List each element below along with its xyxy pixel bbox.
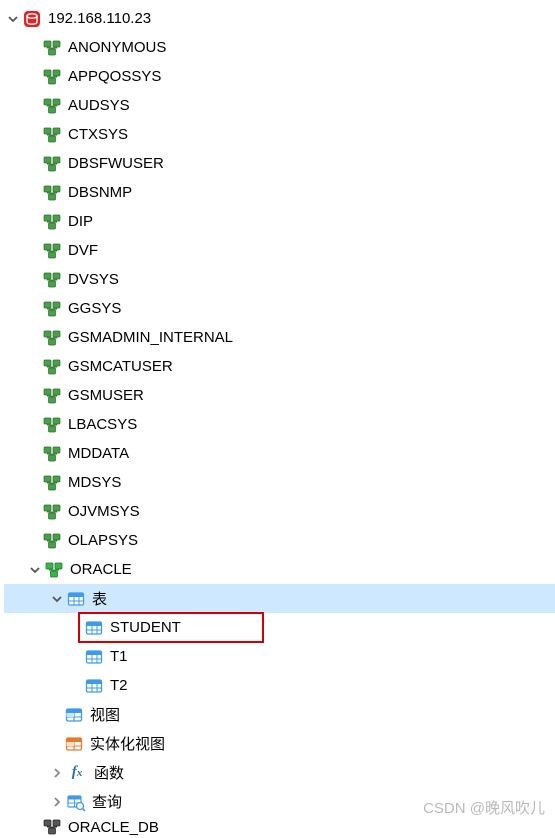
function-icon: fx: [66, 763, 88, 783]
table-row[interactable]: STUDENT: [4, 613, 555, 642]
schema-row[interactable]: OJVMSYS: [4, 497, 555, 526]
schema-row[interactable]: GSMUSER: [4, 381, 555, 410]
schema-label: ORACLE: [68, 561, 132, 578]
schema-row[interactable]: ORACLE_DB: [4, 816, 555, 838]
schema-label: DVF: [66, 242, 98, 259]
table-icon: [84, 647, 104, 667]
schema-row[interactable]: GSMADMIN_INTERNAL: [4, 323, 555, 352]
functions-folder-label: 函数: [92, 762, 124, 783]
table-icon: [84, 618, 104, 638]
schema-icon: [42, 444, 62, 464]
schema-icon: [42, 817, 62, 837]
schema-label: DBSNMP: [66, 184, 132, 201]
schema-icon: [42, 183, 62, 203]
schema-icon: [42, 386, 62, 406]
schema-label: OJVMSYS: [66, 503, 140, 520]
schema-label: OLAPSYS: [66, 532, 138, 549]
schema-row[interactable]: DBSFWUSER: [4, 149, 555, 178]
view-icon: [64, 705, 84, 725]
schema-icon: [42, 38, 62, 58]
schema-icon: [42, 154, 62, 174]
schema-label: MDDATA: [66, 445, 129, 462]
database-icon: [22, 9, 42, 29]
table-row[interactable]: T1: [4, 642, 555, 671]
tables-folder-row[interactable]: 表: [4, 584, 555, 613]
schema-list: ANONYMOUS APPQOSSYS AUDSYS CTXSYS DBSFWUSER D…: [4, 33, 555, 555]
schema-row[interactable]: DVSYS: [4, 265, 555, 294]
queries-folder-label: 查询: [90, 791, 122, 812]
schema-label: CTXSYS: [66, 126, 128, 143]
schema-icon: [42, 473, 62, 493]
schema-label: GSMADMIN_INTERNAL: [66, 329, 233, 346]
schema-row[interactable]: OLAPSYS: [4, 526, 555, 555]
schema-label: DBSFWUSER: [66, 155, 164, 172]
mviews-folder-label: 实体化视图: [88, 733, 165, 754]
tree-root-label: 192.168.110.23: [46, 10, 151, 27]
functions-folder-row[interactable]: fx 函数: [4, 758, 555, 787]
schema-label: DIP: [66, 213, 93, 230]
views-folder-label: 视图: [88, 704, 120, 725]
schema-icon: [42, 357, 62, 377]
schema-icon: [42, 328, 62, 348]
chevron-right-icon[interactable]: [48, 764, 66, 782]
table-folder-icon: [66, 589, 86, 609]
schema-row[interactable]: ANONYMOUS: [4, 33, 555, 62]
chevron-right-icon[interactable]: [48, 793, 66, 811]
schema-icon: [42, 96, 62, 116]
schema-icon: [42, 531, 62, 551]
chevron-down-icon[interactable]: [4, 10, 22, 28]
schema-icon: [44, 560, 64, 580]
chevron-down-icon[interactable]: [26, 561, 44, 579]
schema-icon: [42, 67, 62, 87]
schema-icon: [42, 415, 62, 435]
schema-row[interactable]: CTXSYS: [4, 120, 555, 149]
schema-row[interactable]: MDDATA: [4, 439, 555, 468]
schema-icon: [42, 299, 62, 319]
schema-icon: [42, 212, 62, 232]
schema-row[interactable]: APPQOSSYS: [4, 62, 555, 91]
watermark: CSDN @晚风吹儿: [423, 797, 545, 818]
materialized-view-icon: [64, 734, 84, 754]
object-tree: 192.168.110.23 ANONYMOUS APPQOSSYS AUDSYS C…: [0, 0, 555, 838]
schema-label: APPQOSSYS: [66, 68, 161, 85]
table-icon: [84, 676, 104, 696]
schema-label: AUDSYS: [66, 97, 130, 114]
schema-label: GSMUSER: [66, 387, 144, 404]
query-icon: [66, 792, 86, 812]
tree-root-row[interactable]: 192.168.110.23: [4, 4, 555, 33]
schema-label: GSMCATUSER: [66, 358, 173, 375]
table-row[interactable]: T2: [4, 671, 555, 700]
schema-icon: [42, 125, 62, 145]
tables-folder-label: 表: [90, 588, 107, 609]
schema-label: GGSYS: [66, 300, 121, 317]
views-folder-row[interactable]: 视图: [4, 700, 555, 729]
schema-row[interactable]: DIP: [4, 207, 555, 236]
schema-row[interactable]: GSMCATUSER: [4, 352, 555, 381]
schema-row[interactable]: LBACSYS: [4, 410, 555, 439]
schema-row[interactable]: MDSYS: [4, 468, 555, 497]
schema-row[interactable]: AUDSYS: [4, 91, 555, 120]
schema-icon: [42, 502, 62, 522]
schema-row[interactable]: DBSNMP: [4, 178, 555, 207]
mviews-folder-row[interactable]: 实体化视图: [4, 729, 555, 758]
schema-label: MDSYS: [66, 474, 121, 491]
schema-icon: [42, 270, 62, 290]
schema-row-oracle[interactable]: ORACLE: [4, 555, 555, 584]
schema-icon: [42, 241, 62, 261]
table-label: T2: [108, 677, 128, 694]
schema-row[interactable]: DVF: [4, 236, 555, 265]
chevron-down-icon[interactable]: [48, 590, 66, 608]
schema-row[interactable]: GGSYS: [4, 294, 555, 323]
table-label: T1: [108, 648, 128, 665]
schema-label: ANONYMOUS: [66, 39, 166, 56]
table-label: STUDENT: [108, 619, 181, 636]
schema-label: LBACSYS: [66, 416, 137, 433]
schema-label: DVSYS: [66, 271, 119, 288]
